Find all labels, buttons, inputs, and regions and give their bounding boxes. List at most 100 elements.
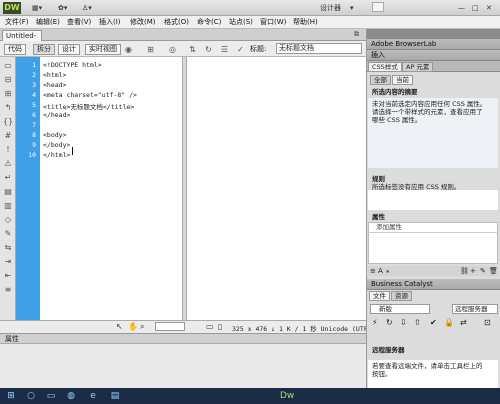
zoom-tool-icon[interactable]: ⌕	[140, 322, 144, 332]
collapse-tag-icon[interactable]: ⊟	[3, 75, 13, 84]
user-icon[interactable]: ♙▾	[82, 2, 92, 14]
refresh-files-icon[interactable]: ↻	[386, 318, 393, 327]
search-field[interactable]	[372, 2, 384, 12]
tab-files[interactable]: 文件	[369, 291, 390, 301]
indent-icon[interactable]: ⇥	[3, 257, 13, 266]
browserlab-panel-header[interactable]: Adobe BrowserLab	[367, 39, 500, 50]
document-tab[interactable]: Untitled-1*	[2, 30, 42, 50]
tab-all[interactable]: 全部	[370, 75, 391, 85]
code-line[interactable]: <meta charset="utf-8" />	[43, 91, 137, 99]
properties-panel-header[interactable]: 属性	[0, 333, 366, 344]
connect-icon[interactable]: ⚡	[372, 318, 378, 327]
attach-stylesheet-icon[interactable]: ⛓	[460, 267, 469, 275]
line-numbers-icon[interactable]: #	[3, 131, 13, 140]
file-management-icon[interactable]: ⇅	[188, 45, 197, 54]
split-view-button[interactable]: 拆分	[33, 44, 55, 55]
show-list-icon[interactable]: A	[378, 267, 383, 275]
tab-ap-elements[interactable]: AP 元素	[402, 62, 434, 72]
view-select[interactable]: 远程服务器	[452, 304, 498, 314]
layout-icon[interactable]: ▦▾	[32, 2, 42, 14]
code-line[interactable]: <html>	[43, 71, 66, 79]
close-button[interactable]: ✕	[486, 2, 492, 14]
start-icon[interactable]: ⊞	[6, 391, 16, 401]
new-rule-icon[interactable]: +	[470, 267, 476, 275]
title-input[interactable]: 无标题文档	[276, 43, 362, 54]
outdent-icon[interactable]: ⇤	[3, 271, 13, 280]
hand-tool-icon[interactable]: ✋	[128, 322, 138, 331]
device-icon[interactable]: ▯	[218, 322, 222, 331]
menu-file[interactable]: 文件(F)	[5, 17, 29, 28]
search-icon[interactable]: ○	[26, 391, 36, 401]
tab-css-styles[interactable]: CSS样式	[368, 62, 402, 72]
code-line[interactable]: </html>	[43, 151, 70, 159]
menu-window[interactable]: 窗口(W)	[260, 17, 286, 28]
code-line[interactable]: <head>	[43, 81, 66, 89]
menu-format[interactable]: 格式(O)	[164, 17, 189, 28]
maximize-button[interactable]: □	[472, 2, 479, 14]
wrap-tag-icon[interactable]: ◇	[3, 215, 13, 224]
dreamweaver-task-icon[interactable]: Dw	[280, 391, 294, 401]
syntax-error-icon[interactable]: ⚠	[3, 159, 13, 168]
add-property-link[interactable]: 添加属性	[376, 224, 402, 231]
minimize-button[interactable]: —	[458, 2, 465, 14]
visual-aids-icon[interactable]: ☰	[220, 45, 229, 54]
menu-modify[interactable]: 修改(M)	[130, 17, 156, 28]
expand-all-icon[interactable]: ⊞	[3, 89, 13, 98]
select-parent-icon[interactable]: ↰	[3, 103, 13, 112]
check-in-icon[interactable]: 🔒	[444, 318, 454, 327]
comment-icon[interactable]: ▤	[3, 187, 13, 196]
site-select[interactable]: 新版	[370, 304, 430, 314]
code-line[interactable]: <!DOCTYPE html>	[43, 61, 102, 69]
code-line[interactable]: <title>无标题文档</title>	[43, 101, 134, 111]
workspace-switcher[interactable]: 设计器	[320, 2, 341, 14]
menu-edit[interactable]: 编辑(E)	[36, 17, 60, 28]
check-out-icon[interactable]: ✔	[430, 318, 437, 327]
workspace-chevron-icon[interactable]: ▾	[350, 2, 354, 14]
menu-insert[interactable]: 插入(I)	[99, 17, 121, 28]
expand-icon[interactable]: ⊡	[484, 318, 491, 327]
highlight-invalid-icon[interactable]: !	[3, 145, 13, 154]
tab-current[interactable]: 当前	[392, 75, 413, 85]
delete-rule-icon[interactable]: 🗑	[489, 267, 498, 275]
menu-view[interactable]: 查看(V)	[67, 17, 91, 28]
zoom-select[interactable]	[155, 322, 185, 331]
preview-icon[interactable]: ◎	[168, 45, 177, 54]
design-view[interactable]	[187, 57, 366, 320]
snippets-icon[interactable]: ✎	[3, 229, 13, 238]
task-view-icon[interactable]: ▭	[46, 391, 56, 401]
code-line[interactable]: </body>	[43, 141, 70, 149]
show-category-icon[interactable]: ≡	[370, 267, 376, 275]
code-line[interactable]: </head>	[43, 111, 70, 119]
gear-icon[interactable]: ✿▾	[58, 2, 67, 14]
refresh-icon[interactable]: ↻	[204, 45, 213, 54]
show-set-icon[interactable]: ⁎	[386, 267, 390, 275]
window-size-icon[interactable]: ▭	[206, 322, 214, 331]
menu-help[interactable]: 帮助(H)	[293, 17, 318, 28]
live-view-button[interactable]: 实时视图	[85, 44, 121, 55]
inspect-icon[interactable]: ◉	[124, 45, 133, 54]
word-wrap-icon[interactable]: ↵	[3, 173, 13, 182]
explorer-icon[interactable]: ▤	[110, 391, 120, 401]
code-editor[interactable]: <!DOCTYPE html> <html> <head> <meta char…	[40, 57, 182, 320]
menu-site[interactable]: 站点(S)	[229, 17, 253, 28]
edit-rule-icon[interactable]: ✎	[480, 267, 486, 275]
menu-commands[interactable]: 命令(C)	[197, 17, 221, 28]
code-line[interactable]: <body>	[43, 131, 66, 139]
business-catalyst-header[interactable]: Business Catalyst	[367, 279, 500, 290]
sync-icon[interactable]: ⇄	[460, 318, 467, 327]
format-source-icon[interactable]: ≡	[3, 285, 13, 294]
balance-braces-icon[interactable]: {}	[3, 117, 13, 126]
validate-icon[interactable]: ✓	[236, 45, 245, 54]
edge-icon[interactable]: e	[88, 391, 98, 401]
multiscreen-icon[interactable]: ⊞	[146, 45, 155, 54]
tab-assets[interactable]: 资源	[391, 291, 412, 301]
design-view-button[interactable]: 设计	[58, 44, 80, 55]
open-documents-icon[interactable]: ▭	[3, 61, 13, 70]
select-tool-icon[interactable]: ↖	[116, 322, 123, 331]
insert-panel-header[interactable]: 插入	[367, 50, 500, 61]
code-view-button[interactable]: 代码	[4, 44, 26, 55]
browser-icon[interactable]: ◍	[66, 391, 76, 401]
restore-icon[interactable]: ⧉	[354, 30, 359, 39]
put-files-icon[interactable]: ⇧	[414, 318, 421, 327]
move-css-icon[interactable]: ⇆	[3, 243, 13, 252]
